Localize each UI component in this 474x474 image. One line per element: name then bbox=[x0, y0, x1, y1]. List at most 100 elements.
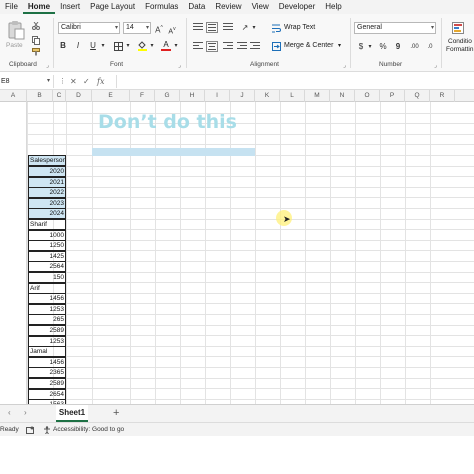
align-middle-icon[interactable] bbox=[206, 22, 218, 33]
salesperson-name-cell[interactable]: Arif bbox=[28, 282, 66, 294]
column-header-b[interactable]: B bbox=[27, 90, 53, 102]
sheet-tab-sheet1[interactable]: Sheet1 bbox=[56, 405, 88, 422]
sales-value-cell[interactable]: 1456 bbox=[28, 356, 66, 368]
menu-home[interactable]: Home bbox=[22, 0, 56, 14]
year-cell[interactable]: 2020 bbox=[28, 165, 66, 177]
column-header-i[interactable]: I bbox=[205, 90, 230, 102]
year-cell[interactable]: 2024 bbox=[28, 208, 66, 220]
menu-help[interactable]: Help bbox=[320, 0, 346, 14]
decrease-decimal-button[interactable]: .0 bbox=[424, 41, 436, 53]
fill-color-icon[interactable] bbox=[137, 40, 148, 51]
sales-value-cell[interactable]: 2365 bbox=[28, 367, 66, 379]
sales-value-cell[interactable]: 2654 bbox=[28, 388, 66, 400]
menu-file[interactable]: File bbox=[0, 0, 23, 14]
comma-style-button[interactable]: 9 bbox=[394, 41, 402, 53]
italic-button[interactable]: I bbox=[73, 40, 83, 52]
font-size-select[interactable]: 14 ▾ bbox=[123, 22, 151, 34]
salesperson-name-cell[interactable]: Jamal bbox=[28, 346, 66, 358]
column-header-r[interactable]: R bbox=[430, 90, 455, 102]
column-header-f[interactable]: F bbox=[130, 90, 155, 102]
decrease-font-button[interactable]: Av bbox=[167, 23, 177, 35]
align-left-icon[interactable] bbox=[193, 42, 203, 51]
sales-value-cell[interactable]: 1253 bbox=[28, 303, 66, 315]
orientation-icon[interactable]: ↗ bbox=[239, 22, 251, 34]
font-name-select[interactable]: Calibri ▾ bbox=[58, 22, 120, 34]
column-header-n[interactable]: N bbox=[330, 90, 355, 102]
column-header-j[interactable]: J bbox=[230, 90, 255, 102]
menu-formulas[interactable]: Formulas bbox=[140, 0, 183, 14]
accessibility-icon[interactable] bbox=[43, 426, 51, 434]
table-header-cell[interactable]: Salesperson bbox=[28, 155, 66, 167]
sales-value-cell[interactable]: 150 bbox=[28, 271, 66, 283]
column-header-k[interactable]: K bbox=[255, 90, 280, 102]
clipboard-launcher-icon[interactable]: ⌟ bbox=[46, 62, 49, 69]
prev-sheet-icon[interactable]: ‹ bbox=[8, 408, 11, 417]
year-cell[interactable]: 2023 bbox=[28, 197, 66, 209]
column-header-e[interactable]: E bbox=[92, 90, 130, 102]
column-header-d[interactable]: D bbox=[66, 90, 92, 102]
merge-center-button[interactable]: Merge & Center ▾ bbox=[272, 40, 348, 52]
menu-insert[interactable]: Insert bbox=[55, 0, 85, 14]
number-launcher-icon[interactable]: ⌟ bbox=[434, 62, 437, 69]
align-center-icon[interactable] bbox=[206, 41, 218, 52]
borders-icon[interactable] bbox=[114, 42, 123, 51]
column-header-g[interactable]: G bbox=[155, 90, 180, 102]
enter-icon[interactable]: ✓ bbox=[83, 75, 90, 88]
align-right-icon[interactable] bbox=[223, 42, 233, 51]
font-color-button[interactable]: A bbox=[161, 40, 171, 52]
highlighted-range[interactable] bbox=[92, 148, 255, 156]
add-sheet-button[interactable]: + bbox=[113, 407, 119, 419]
increase-indent-icon[interactable] bbox=[250, 42, 260, 51]
sales-value-cell[interactable]: 1250 bbox=[28, 240, 66, 252]
sales-value-cell[interactable]: 1456 bbox=[28, 293, 66, 305]
sales-value-cell[interactable]: 2564 bbox=[28, 261, 66, 273]
number-format-select[interactable]: General ▾ bbox=[354, 22, 436, 34]
sales-value-cell[interactable]: 2589 bbox=[28, 377, 66, 389]
menu-developer[interactable]: Developer bbox=[274, 0, 320, 14]
percent-button[interactable]: % bbox=[378, 41, 388, 53]
decrease-indent-icon[interactable] bbox=[237, 42, 247, 51]
menu-data[interactable]: Data bbox=[183, 0, 210, 14]
menu-view[interactable]: View bbox=[247, 0, 274, 14]
formula-input[interactable] bbox=[116, 75, 474, 88]
insert-function-button[interactable]: fx bbox=[97, 75, 104, 88]
column-header-p[interactable]: P bbox=[380, 90, 405, 102]
bold-button[interactable]: B bbox=[58, 40, 68, 52]
salesperson-name-cell[interactable]: Sharif bbox=[28, 218, 66, 230]
font-launcher-icon[interactable]: ⌟ bbox=[178, 62, 181, 69]
sales-value-cell[interactable]: 2589 bbox=[28, 324, 66, 336]
column-header-h[interactable]: H bbox=[180, 90, 205, 102]
column-header-m[interactable]: M bbox=[305, 90, 330, 102]
year-cell[interactable]: 2021 bbox=[28, 176, 66, 188]
align-top-icon[interactable] bbox=[193, 23, 203, 32]
underline-dropdown-icon[interactable]: ▾ bbox=[100, 40, 106, 52]
increase-decimal-button[interactable]: .00 bbox=[408, 41, 421, 53]
menu-page-layout[interactable]: Page Layout bbox=[85, 0, 140, 14]
font-color-dropdown-icon[interactable]: ▾ bbox=[173, 40, 179, 52]
align-bottom-icon[interactable] bbox=[223, 23, 233, 32]
fill-color-dropdown-icon[interactable]: ▾ bbox=[149, 40, 155, 52]
accessibility-status[interactable]: Accessibility: Good to go bbox=[53, 423, 124, 436]
column-header-a[interactable]: A bbox=[0, 90, 27, 102]
currency-dropdown-icon[interactable]: ▾ bbox=[367, 41, 373, 53]
sales-value-cell[interactable]: 1253 bbox=[28, 335, 66, 347]
format-painter-icon[interactable] bbox=[32, 48, 40, 56]
alignment-launcher-icon[interactable]: ⌟ bbox=[343, 62, 346, 69]
name-box[interactable]: E8 ▾ bbox=[0, 75, 54, 88]
copy-icon[interactable] bbox=[32, 36, 40, 45]
column-header-l[interactable]: L bbox=[280, 90, 305, 102]
macro-record-icon[interactable] bbox=[26, 426, 34, 434]
next-sheet-icon[interactable]: › bbox=[24, 408, 27, 417]
sales-value-cell[interactable]: 265 bbox=[28, 314, 66, 326]
borders-dropdown-icon[interactable]: ▾ bbox=[125, 40, 131, 52]
spreadsheet-grid[interactable]: ABCDEFGHIJKLMNOPQR Don’t do this Salespe… bbox=[0, 90, 474, 404]
sales-value-cell[interactable]: 1000 bbox=[28, 229, 66, 241]
cancel-icon[interactable]: ✕ bbox=[70, 75, 77, 88]
column-header-o[interactable]: O bbox=[355, 90, 380, 102]
year-cell[interactable]: 2022 bbox=[28, 187, 66, 199]
paste-button[interactable]: Paste bbox=[6, 18, 26, 52]
cut-icon[interactable] bbox=[32, 22, 40, 30]
column-header-q[interactable]: Q bbox=[405, 90, 430, 102]
menu-review[interactable]: Review bbox=[210, 0, 246, 14]
conditional-formatting-button[interactable]: Conditio Formattin bbox=[444, 20, 474, 60]
